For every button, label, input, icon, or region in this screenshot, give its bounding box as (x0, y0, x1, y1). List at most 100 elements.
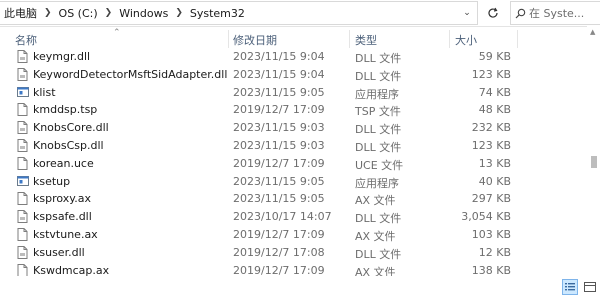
dll-file-icon (17, 121, 28, 135)
status-bar (0, 276, 600, 297)
file-size: 123 KB (471, 138, 511, 152)
file-date-modified: 2023/11/15 9:03 (233, 121, 325, 135)
file-date-modified: 2019/12/7 17:08 (233, 245, 325, 259)
file-name: KnobsCsp.dll (33, 138, 104, 152)
file-name: KeywordDetectorMsftSidAdapter.dll (33, 67, 228, 81)
file-list: keymgr.dll 2023/11/15 9:04 DLL 文件 59 KB Keyw… (0, 48, 586, 279)
chevron-right-icon[interactable]: ❯ (41, 8, 55, 18)
file-row[interactable]: kstvtune.ax 2019/12/7 17:09 AX 文件 103 KB (0, 226, 586, 244)
file-row[interactable]: ksuser.dll 2019/12/7 17:08 DLL 文件 12 KB (0, 244, 586, 262)
large-icons-view-button[interactable] (582, 279, 598, 295)
dll-file-icon (17, 245, 28, 259)
column-header-name[interactable]: 名称 (15, 32, 37, 48)
file-row[interactable]: keymgr.dll 2023/11/15 9:04 DLL 文件 59 KB (0, 48, 586, 66)
file-row[interactable]: ksproxy.ax 2023/11/15 9:05 AX 文件 297 KB (0, 190, 586, 208)
file-type: DLL 文件 (355, 69, 402, 83)
dll-file-icon (17, 50, 28, 63)
file-size: 103 KB (471, 227, 511, 241)
breadcrumb-system32[interactable]: System32 (186, 7, 249, 20)
file-size: 12 KB (478, 245, 511, 259)
file-date-modified: 2023/11/15 9:05 (233, 174, 325, 188)
column-divider[interactable] (449, 30, 450, 48)
file-date-modified: 2019/12/7 17:09 (233, 227, 325, 241)
column-divider[interactable] (228, 30, 229, 48)
file-size: 138 KB (471, 263, 511, 277)
explorer-window: 此电脑 ❯ OS (C:) ❯ Windows ❯ System32 ⌄ 在 S… (0, 0, 600, 297)
file-size: 13 KB (478, 156, 511, 170)
chevron-right-icon[interactable]: ❯ (102, 8, 116, 18)
file-name: klist (33, 85, 56, 99)
file-name: korean.uce (33, 156, 94, 170)
file-type: TSP 文件 (355, 105, 401, 119)
details-view-button[interactable] (562, 279, 578, 295)
column-header-row: ⌃ 名称 修改日期 类型 大小 (0, 28, 586, 48)
file-icon (17, 192, 28, 206)
file-type: AX 文件 (355, 229, 396, 243)
file-row[interactable]: KnobsCore.dll 2023/11/15 9:03 DLL 文件 232 KB (0, 119, 586, 137)
column-header-type[interactable]: 类型 (355, 32, 377, 48)
column-divider[interactable] (349, 30, 350, 48)
application-icon (17, 86, 29, 99)
chevron-down-icon[interactable]: ⌄ (457, 2, 477, 24)
file-icon (17, 227, 28, 241)
breadcrumb-os-drive[interactable]: OS (C:) (55, 7, 102, 20)
file-row[interactable]: korean.uce 2019/12/7 17:09 UCE 文件 13 KB (0, 155, 586, 173)
file-size: 3,054 KB (461, 210, 511, 224)
breadcrumb[interactable]: 此电脑 ❯ OS (C:) ❯ Windows ❯ System32 ⌄ (0, 1, 478, 25)
file-row[interactable]: kmddsp.tsp 2019/12/7 17:09 TSP 文件 48 KB (0, 101, 586, 119)
column-header-date[interactable]: 修改日期 (233, 32, 277, 48)
file-date-modified: 2023/11/15 9:05 (233, 85, 325, 99)
file-type: DLL 文件 (355, 140, 402, 154)
refresh-button[interactable] (482, 1, 504, 25)
details-view-icon (565, 283, 575, 291)
file-date-modified: 2023/11/15 9:04 (233, 50, 325, 63)
file-name: ksuser.dll (33, 245, 85, 259)
scroll-up-icon[interactable]: ▲ (590, 28, 595, 36)
column-header-size[interactable]: 大小 (455, 32, 477, 48)
sort-ascending-icon: ⌃ (113, 28, 121, 38)
address-bar-row: 此电脑 ❯ OS (C:) ❯ Windows ❯ System32 ⌄ 在 S… (0, 0, 600, 27)
breadcrumb-windows[interactable]: Windows (115, 7, 172, 20)
file-type: DLL 文件 (355, 247, 402, 261)
file-type: DLL 文件 (355, 123, 402, 137)
file-name: ksproxy.ax (33, 192, 91, 206)
file-row[interactable]: KnobsCsp.dll 2023/11/15 9:03 DLL 文件 123 KB (0, 137, 586, 155)
breadcrumb-this-pc[interactable]: 此电脑 (0, 5, 41, 21)
column-divider[interactable] (517, 30, 518, 48)
file-date-modified: 2023/10/17 14:07 (233, 210, 332, 224)
dll-file-icon (17, 67, 28, 81)
file-name: kspsafe.dll (33, 210, 92, 224)
file-name: ksetup (33, 174, 71, 188)
file-name: KnobsCore.dll (33, 121, 109, 135)
file-row[interactable]: kspsafe.dll 2023/10/17 14:07 DLL 文件 3,054 K… (0, 208, 586, 226)
file-type: UCE 文件 (355, 158, 404, 172)
file-type: 应用程序 (355, 176, 399, 190)
refresh-icon (488, 7, 498, 18)
search-icon (511, 8, 529, 19)
file-size: 59 KB (478, 50, 511, 63)
file-date-modified: 2019/12/7 17:09 (233, 103, 325, 117)
large-icons-view-icon (584, 282, 596, 292)
file-icon (17, 156, 28, 170)
scrollbar-thumb[interactable] (591, 156, 597, 168)
search-input[interactable]: 在 Syste... (529, 5, 584, 21)
file-type: AX 文件 (355, 194, 396, 208)
file-size: 232 KB (471, 121, 511, 135)
chevron-right-icon[interactable]: ❯ (172, 8, 186, 18)
search-box[interactable]: 在 Syste... (510, 1, 600, 25)
file-size: 123 KB (471, 67, 511, 81)
file-date-modified: 2023/11/15 9:03 (233, 138, 325, 152)
file-icon (17, 263, 28, 277)
application-icon (17, 175, 29, 188)
file-name: kstvtune.ax (33, 227, 98, 241)
vertical-scrollbar[interactable]: ▲ (587, 26, 600, 276)
file-row[interactable]: ksetup 2023/11/15 9:05 应用程序 40 KB (0, 173, 586, 191)
file-name: kmddsp.tsp (33, 103, 98, 117)
file-date-modified: 2023/11/15 9:05 (233, 192, 325, 206)
file-type: 应用程序 (355, 87, 399, 101)
file-date-modified: 2019/12/7 17:09 (233, 156, 325, 170)
file-size: 48 KB (478, 103, 511, 117)
file-row[interactable]: klist 2023/11/15 9:05 应用程序 74 KB (0, 84, 586, 102)
file-name: Kswdmcap.ax (33, 263, 110, 277)
file-row[interactable]: KeywordDetectorMsftSidAdapter.dll 2023/11… (0, 66, 586, 84)
